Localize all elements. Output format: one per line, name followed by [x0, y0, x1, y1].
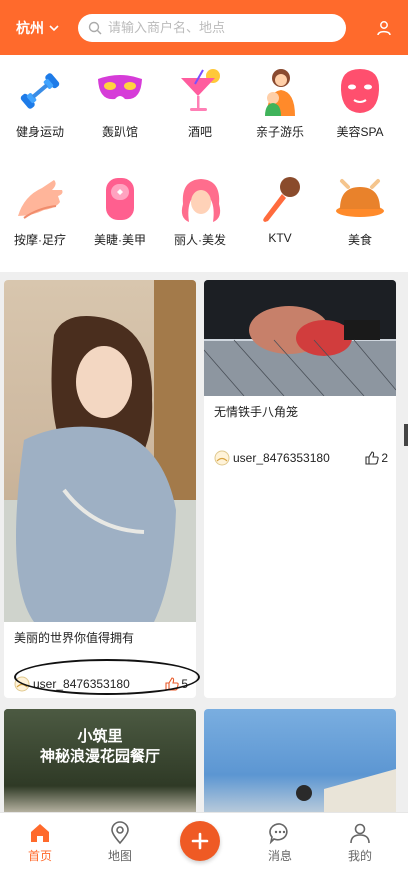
- face-mask-icon: [334, 65, 386, 117]
- post-username: user_8476353180: [233, 451, 330, 465]
- category-label: 轰趴馆: [101, 125, 138, 139]
- like-count: 2: [381, 451, 388, 465]
- like-button[interactable]: 2: [365, 451, 388, 465]
- category-fitness[interactable]: 健身运动: [0, 65, 80, 140]
- category-kids[interactable]: 亲子游乐: [240, 65, 320, 140]
- nail-icon: [94, 173, 146, 225]
- hair-icon: [174, 173, 226, 225]
- avatar: [214, 450, 230, 466]
- category-label: 美睫·美甲: [94, 233, 146, 247]
- post-photo: [204, 709, 396, 812]
- dumbbell-icon: [14, 65, 66, 117]
- tab-home[interactable]: 首页: [10, 821, 70, 864]
- highlight-oval: [14, 659, 200, 695]
- post-title: 美丽的世界你值得拥有: [14, 631, 135, 645]
- post-card[interactable]: 小筑里 神秘浪漫花园餐厅: [4, 709, 196, 812]
- bottom-tab-bar: 首页 地图 消息 我的: [0, 812, 408, 877]
- post-photo: [4, 280, 196, 622]
- post-photo: [204, 280, 396, 396]
- search-bar[interactable]: [78, 13, 346, 42]
- post-title: 无情铁手八角笼: [214, 405, 299, 419]
- category-massage[interactable]: 按摩·足疗: [0, 173, 80, 248]
- tab-label: 消息: [267, 849, 292, 863]
- chevron-down-icon: [49, 24, 59, 31]
- category-ktv[interactable]: KTV: [240, 173, 320, 245]
- category-label: KTV: [268, 231, 292, 245]
- category-label: 健身运动: [15, 125, 64, 139]
- add-post-button[interactable]: [180, 821, 220, 861]
- city-selector[interactable]: 杭州: [16, 18, 78, 38]
- category-grid: 健身运动 轰趴馆 酒吧 亲子游乐 美容SPA 按摩·足疗 美睫·美甲 丽人·美发…: [0, 55, 408, 272]
- user-button[interactable]: [372, 16, 396, 40]
- category-label: 美食: [347, 233, 372, 247]
- category-spa[interactable]: 美容SPA: [320, 65, 400, 140]
- post-overlay-title: 小筑里: [77, 728, 123, 745]
- post-card[interactable]: 美丽的世界你值得拥有 user_8476353180 5: [4, 280, 196, 698]
- map-pin-icon: [111, 821, 129, 845]
- plus-icon: [191, 832, 209, 850]
- city-label: 杭州: [16, 19, 44, 36]
- top-header: 杭州: [0, 0, 408, 55]
- category-label: 按摩·足疗: [14, 233, 66, 247]
- search-icon: [88, 21, 102, 34]
- category-bar[interactable]: 酒吧: [160, 65, 240, 140]
- tab-profile[interactable]: 我的: [330, 821, 390, 864]
- tab-messages[interactable]: 消息: [250, 821, 310, 864]
- parent-child-icon: [254, 65, 306, 117]
- profile-icon: [350, 823, 370, 844]
- post-card[interactable]: [204, 709, 396, 812]
- cocktail-icon: [174, 65, 226, 117]
- thumbs-up-icon: [365, 451, 379, 465]
- roast-chicken-icon: [334, 173, 386, 225]
- category-label: 美容SPA: [336, 125, 384, 139]
- post-photo: 小筑里 神秘浪漫花园餐厅: [4, 709, 196, 812]
- category-food[interactable]: 美食: [320, 173, 400, 248]
- category-party[interactable]: 轰趴馆: [80, 65, 160, 140]
- tab-map[interactable]: 地图: [90, 821, 150, 864]
- tab-label: 地图: [107, 849, 132, 863]
- category-nails[interactable]: 美睫·美甲: [80, 173, 160, 248]
- search-input[interactable]: [108, 20, 336, 35]
- category-hair[interactable]: 丽人·美发: [160, 173, 240, 248]
- post-meta: user_8476353180 2: [214, 450, 388, 466]
- home-icon: [31, 824, 49, 842]
- message-icon: [269, 823, 288, 845]
- tab-label: 首页: [27, 849, 52, 863]
- massage-hand-icon: [14, 173, 66, 225]
- post-card[interactable]: 无情铁手八角笼 user_8476353180 2: [204, 280, 396, 698]
- post-feed: 美丽的世界你值得拥有 user_8476353180 5 无情铁手八角笼 use…: [0, 272, 408, 812]
- user-icon: [377, 20, 391, 35]
- post-overlay-subtitle: 神秘浪漫花园餐厅: [39, 748, 160, 765]
- scrollbar-thumb[interactable]: [404, 424, 408, 446]
- tab-label: 我的: [347, 849, 372, 863]
- category-label: 丽人·美发: [174, 233, 226, 247]
- party-mask-icon: [94, 65, 146, 117]
- microphone-icon: [254, 173, 306, 225]
- category-label: 亲子游乐: [255, 125, 304, 139]
- category-label: 酒吧: [187, 125, 212, 139]
